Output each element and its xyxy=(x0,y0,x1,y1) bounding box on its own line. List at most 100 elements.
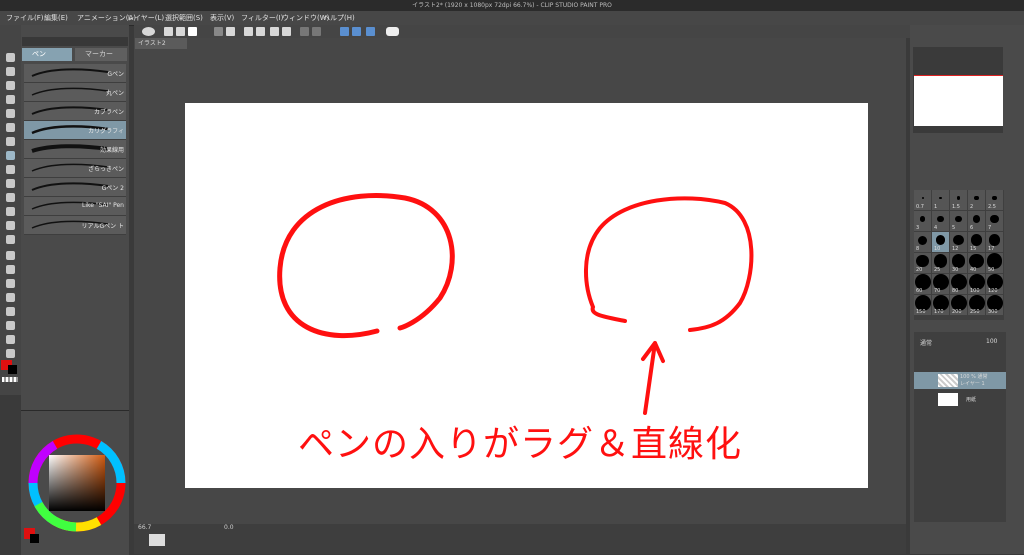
ruler-tool-icon[interactable] xyxy=(6,307,15,316)
brush-size-cell[interactable]: 4 xyxy=(932,211,949,231)
eyedropper-tool-icon[interactable] xyxy=(6,137,15,146)
new-file-icon[interactable] xyxy=(164,27,173,36)
eraser-tool-icon[interactable] xyxy=(6,221,15,230)
brush-size-cell[interactable]: 6 xyxy=(968,211,985,231)
menu-view[interactable]: 表示(V) xyxy=(210,11,234,25)
redo-icon[interactable] xyxy=(226,27,235,36)
move-layer-tool-icon[interactable] xyxy=(6,95,15,104)
snap-special-icon[interactable] xyxy=(366,27,375,36)
brush-size-cell[interactable]: 12 xyxy=(950,232,967,252)
brush-size-cell[interactable]: 7 xyxy=(986,211,1003,231)
menu-help[interactable]: ヘルプ(H) xyxy=(323,11,355,25)
menu-file[interactable]: ファイル(F) xyxy=(6,11,44,25)
navigator-preview[interactable] xyxy=(914,75,1003,126)
subtool-panel-tabs[interactable] xyxy=(22,37,128,46)
blend-mode[interactable]: 通常 xyxy=(920,338,932,347)
pencil-tool-icon[interactable] xyxy=(6,165,15,174)
correct-line-tool-icon[interactable] xyxy=(6,349,15,358)
gradient-tool-icon[interactable] xyxy=(6,265,15,274)
blend-tool-icon[interactable] xyxy=(6,235,15,244)
fill-tool-icon[interactable] xyxy=(6,251,15,260)
text-tool-icon[interactable] xyxy=(6,321,15,330)
auto-select-tool-icon[interactable] xyxy=(6,123,15,132)
snap-ruler-icon[interactable] xyxy=(340,27,349,36)
brush-size-cell[interactable]: 150 xyxy=(914,295,931,315)
rotation-value[interactable]: 0.0 xyxy=(224,524,234,531)
invert-selection-icon[interactable] xyxy=(312,27,321,36)
menu-filter[interactable]: フィルター(I) xyxy=(241,11,283,25)
brush-item[interactable]: Like "SAI" Pen xyxy=(24,197,126,216)
snap-grid-icon[interactable] xyxy=(352,27,361,36)
clear-outside-icon[interactable] xyxy=(256,27,265,36)
brush-item-selected[interactable]: カリグラフィ xyxy=(24,121,126,140)
brush-size-cell[interactable]: 250 xyxy=(968,295,985,315)
transparent-color-chip[interactable] xyxy=(2,377,18,382)
pen-tool-icon[interactable] xyxy=(6,151,15,160)
layer-row[interactable]: 用紙 xyxy=(914,391,1006,408)
brush-size-cell[interactable]: 1.5 xyxy=(950,190,967,210)
brush-item[interactable]: 効果線用 xyxy=(24,140,126,159)
wheel-sub-color[interactable] xyxy=(30,534,39,543)
transform-icon[interactable] xyxy=(282,27,291,36)
figure-tool-icon[interactable] xyxy=(6,279,15,288)
save-icon[interactable] xyxy=(188,27,197,36)
brush-size-cell[interactable]: 170 xyxy=(932,295,949,315)
help-icon[interactable] xyxy=(386,27,399,36)
fill-icon[interactable] xyxy=(270,27,279,36)
operation-tool-icon[interactable] xyxy=(6,81,15,90)
brush-size-cell[interactable]: 5 xyxy=(950,211,967,231)
brush-size-cell[interactable]: 3 xyxy=(914,211,931,231)
selection-tool-icon[interactable] xyxy=(6,109,15,118)
layer-row-selected[interactable]: 100 % 通常 レイヤー 1 xyxy=(914,372,1006,389)
brush-size-cell[interactable]: 60 xyxy=(914,274,931,294)
brush-item[interactable]: Gペン 2 xyxy=(24,178,126,197)
brush-size-cell[interactable]: 8 xyxy=(914,232,931,252)
menu-layer[interactable]: レイヤー(L) xyxy=(127,11,164,25)
tab-pen[interactable]: ペン xyxy=(22,48,72,61)
brush-size-cell[interactable]: 0.7 xyxy=(914,190,931,210)
sub-color-chip[interactable] xyxy=(8,365,17,374)
undo-icon[interactable] xyxy=(214,27,223,36)
brush-size-cell[interactable]: 40 xyxy=(968,253,985,273)
color-wheel[interactable] xyxy=(25,431,129,535)
brush-size-cell[interactable]: 50 xyxy=(986,253,1003,273)
clip-studio-icon[interactable] xyxy=(142,27,155,36)
brush-size-cell[interactable]: 100 xyxy=(968,274,985,294)
airbrush-tool-icon[interactable] xyxy=(6,193,15,202)
move-tool-icon[interactable] xyxy=(6,67,15,76)
brush-item[interactable]: ざらっきペン xyxy=(24,159,126,178)
brush-size-cell[interactable]: 10 xyxy=(932,232,949,252)
balloon-tool-icon[interactable] xyxy=(6,335,15,344)
brush-size-cell[interactable]: 1 xyxy=(932,190,949,210)
brush-size-cell[interactable]: 300 xyxy=(986,295,1003,315)
brush-size-cell[interactable]: 15 xyxy=(968,232,985,252)
brush-size-cell[interactable]: 2.5 xyxy=(986,190,1003,210)
brush-size-cell[interactable]: 25 xyxy=(932,253,949,273)
deselect-icon[interactable] xyxy=(300,27,309,36)
decoration-tool-icon[interactable] xyxy=(6,207,15,216)
document-tab[interactable]: イラスト2 xyxy=(135,38,187,49)
tab-marker[interactable]: マーカー xyxy=(75,48,127,61)
brush-size-cell[interactable]: 200 xyxy=(950,295,967,315)
frame-tool-icon[interactable] xyxy=(6,293,15,302)
brush-size-cell[interactable]: 2 xyxy=(968,190,985,210)
zoom-value[interactable]: 66.7 xyxy=(138,524,151,531)
brush-item[interactable]: リアルGペン ト xyxy=(24,216,126,235)
clear-icon[interactable] xyxy=(244,27,253,36)
menu-edit[interactable]: 編集(E) xyxy=(44,11,68,25)
open-file-icon[interactable] xyxy=(176,27,185,36)
brush-size-cell[interactable]: 80 xyxy=(950,274,967,294)
brush-size-cell[interactable]: 70 xyxy=(932,274,949,294)
brush-item[interactable]: カブラペン xyxy=(24,102,126,121)
brush-item[interactable]: 丸ペン xyxy=(24,83,126,102)
brush-size-cell[interactable]: 17 xyxy=(986,232,1003,252)
navigator-thumb-icon[interactable] xyxy=(149,534,165,546)
brush-item[interactable]: Gペン xyxy=(24,64,126,83)
brush-size-cell[interactable]: 120 xyxy=(986,274,1003,294)
layer-opacity[interactable]: 100 xyxy=(986,338,997,345)
menu-selection[interactable]: 選択範囲(S) xyxy=(165,11,203,25)
brush-size-cell[interactable]: 30 xyxy=(950,253,967,273)
brush-size-cell[interactable]: 20 xyxy=(914,253,931,273)
zoom-tool-icon[interactable] xyxy=(6,53,15,62)
brush-tool-icon[interactable] xyxy=(6,179,15,188)
